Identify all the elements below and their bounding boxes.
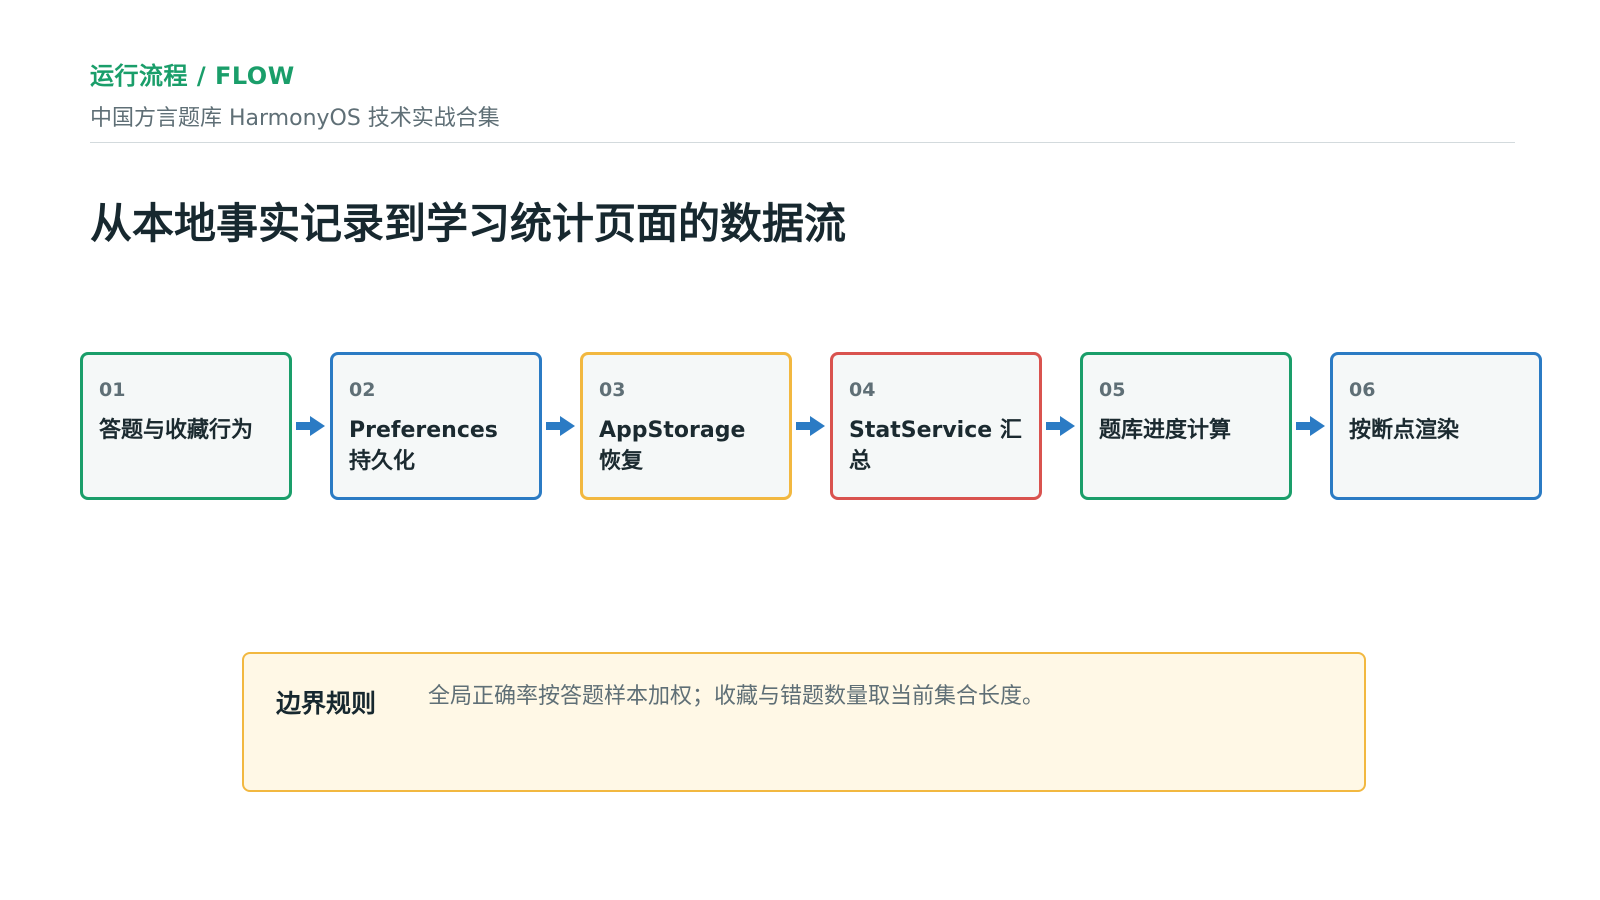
step-number: 06 xyxy=(1349,379,1376,401)
step-number: 04 xyxy=(849,379,876,401)
note-text: 全局正确率按答题样本加权；收藏与错题数量取当前集合长度。 xyxy=(428,684,1045,709)
step-label: StatService 汇总 xyxy=(849,418,1022,474)
arrow-right-icon xyxy=(796,416,825,436)
flow-step-5: 05 题库进度计算 xyxy=(1080,352,1292,500)
step-label: Preferences 持久化 xyxy=(349,418,498,474)
step-label: 题库进度计算 xyxy=(1099,418,1232,443)
arrow-right-icon xyxy=(1296,416,1325,436)
step-number: 02 xyxy=(349,379,376,401)
flow-diagram: 01 答题与收藏行为 02 Preferences 持久化 03 AppStor… xyxy=(80,352,1542,502)
boundary-rule-note: 边界规则 全局正确率按答题样本加权；收藏与错题数量取当前集合长度。 xyxy=(242,652,1366,792)
page-title: 从本地事实记录到学习统计页面的数据流 xyxy=(90,199,847,248)
section-kicker: 运行流程 / FLOW xyxy=(90,62,295,90)
series-subtitle: 中国方言题库 HarmonyOS 技术实战合集 xyxy=(90,106,500,131)
header-divider xyxy=(90,142,1515,143)
step-number: 03 xyxy=(599,379,626,401)
arrow-right-icon xyxy=(296,416,325,436)
step-number: 05 xyxy=(1099,379,1126,401)
arrow-right-icon xyxy=(546,416,575,436)
arrow-right-icon xyxy=(1046,416,1075,436)
note-label: 边界规则 xyxy=(276,689,377,718)
flow-step-3: 03 AppStorage 恢复 xyxy=(580,352,792,500)
flow-step-2: 02 Preferences 持久化 xyxy=(330,352,542,500)
step-number: 01 xyxy=(99,379,126,401)
flow-step-6: 06 按断点渲染 xyxy=(1330,352,1542,500)
flow-step-4: 04 StatService 汇总 xyxy=(830,352,1042,500)
flow-step-1: 01 答题与收藏行为 xyxy=(80,352,292,500)
step-label: AppStorage 恢复 xyxy=(599,418,746,474)
step-label: 按断点渲染 xyxy=(1349,418,1460,443)
step-label: 答题与收藏行为 xyxy=(99,418,254,443)
